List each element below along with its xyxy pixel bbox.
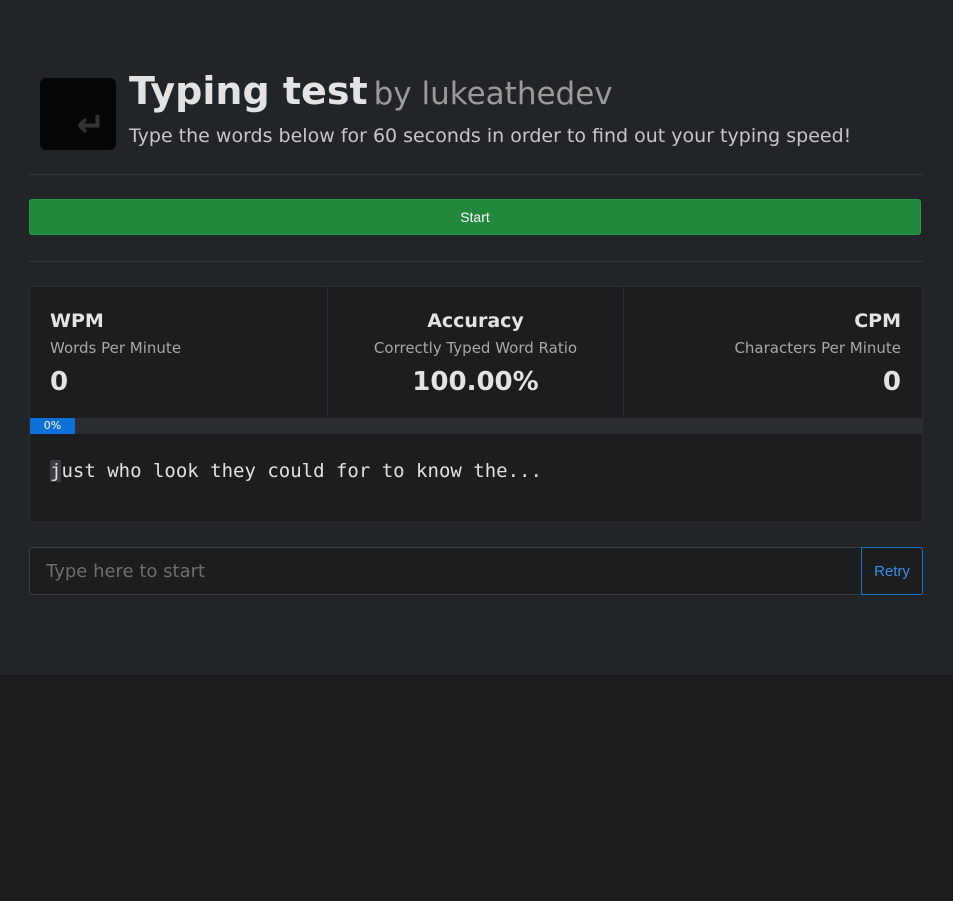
app-logo: ↵ [40,78,116,150]
stat-accuracy: Accuracy Correctly Typed Word Ratio 100.… [327,287,624,417]
stat-title: Accuracy [427,310,524,332]
words-display: just who look they could for to know the… [30,435,922,522]
start-button[interactable]: Start [29,199,921,235]
divider [29,261,923,262]
remaining-words: ust who look they could for to know the.… [61,460,542,482]
stat-title: WPM [50,310,104,332]
page-subtitle: Type the words below for 60 seconds in o… [129,125,852,147]
stat-subtitle: Words Per Minute [50,339,182,357]
divider [29,174,923,175]
stat-title: CPM [854,310,901,332]
main-panel: ↵ Typing test by lukeathedev Type the wor… [0,0,953,675]
typing-input-group: Retry [29,547,923,595]
progress-bar: 0% [30,418,922,434]
current-character: j [50,460,62,482]
progress-fill: 0% [30,418,75,434]
cpm-value: 0 [882,367,901,397]
wpm-value: 0 [50,367,69,397]
stat-subtitle: Characters Per Minute [734,339,901,357]
accuracy-value: 100.00% [412,367,539,397]
title-text: Typing test [129,69,368,113]
typing-input[interactable] [29,547,861,595]
stat-wpm: WPM Words Per Minute 0 [30,287,327,417]
word-list: just who look they could for to know the… [50,457,542,485]
stat-subtitle: Correctly Typed Word Ratio [373,339,578,357]
stat-cpm: CPM Characters Per Minute 0 [624,287,921,417]
author-byline: by lukeathedev [373,76,613,112]
retry-button[interactable]: Retry [861,547,923,595]
page-title: Typing test by lukeathedev [129,66,613,124]
stats-card: WPM Words Per Minute 0 Accuracy Correctl… [29,286,923,523]
enter-key-icon: ↵ [76,105,106,145]
